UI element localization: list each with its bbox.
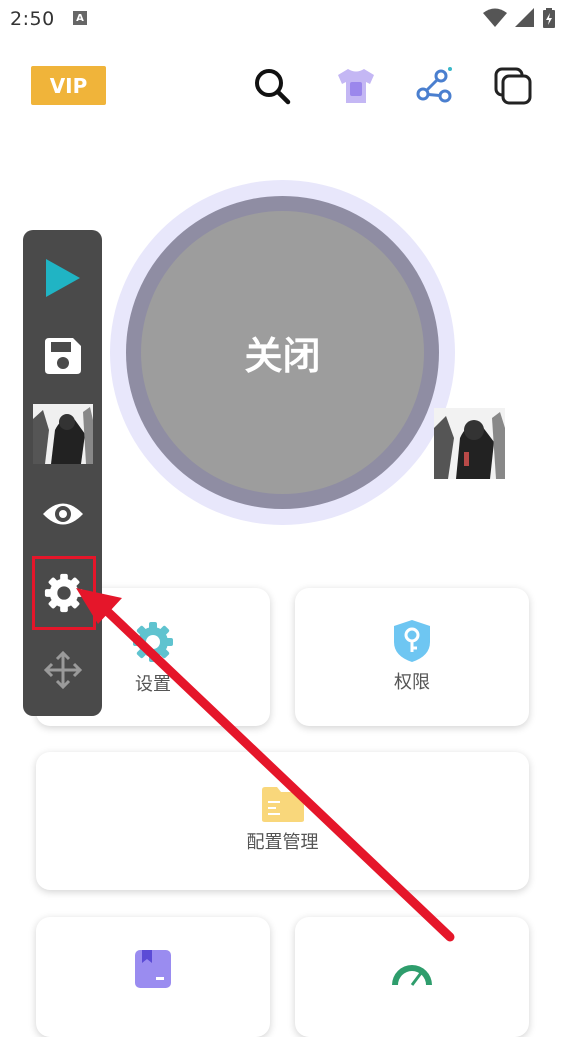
annotation-arrow [76,588,455,942]
